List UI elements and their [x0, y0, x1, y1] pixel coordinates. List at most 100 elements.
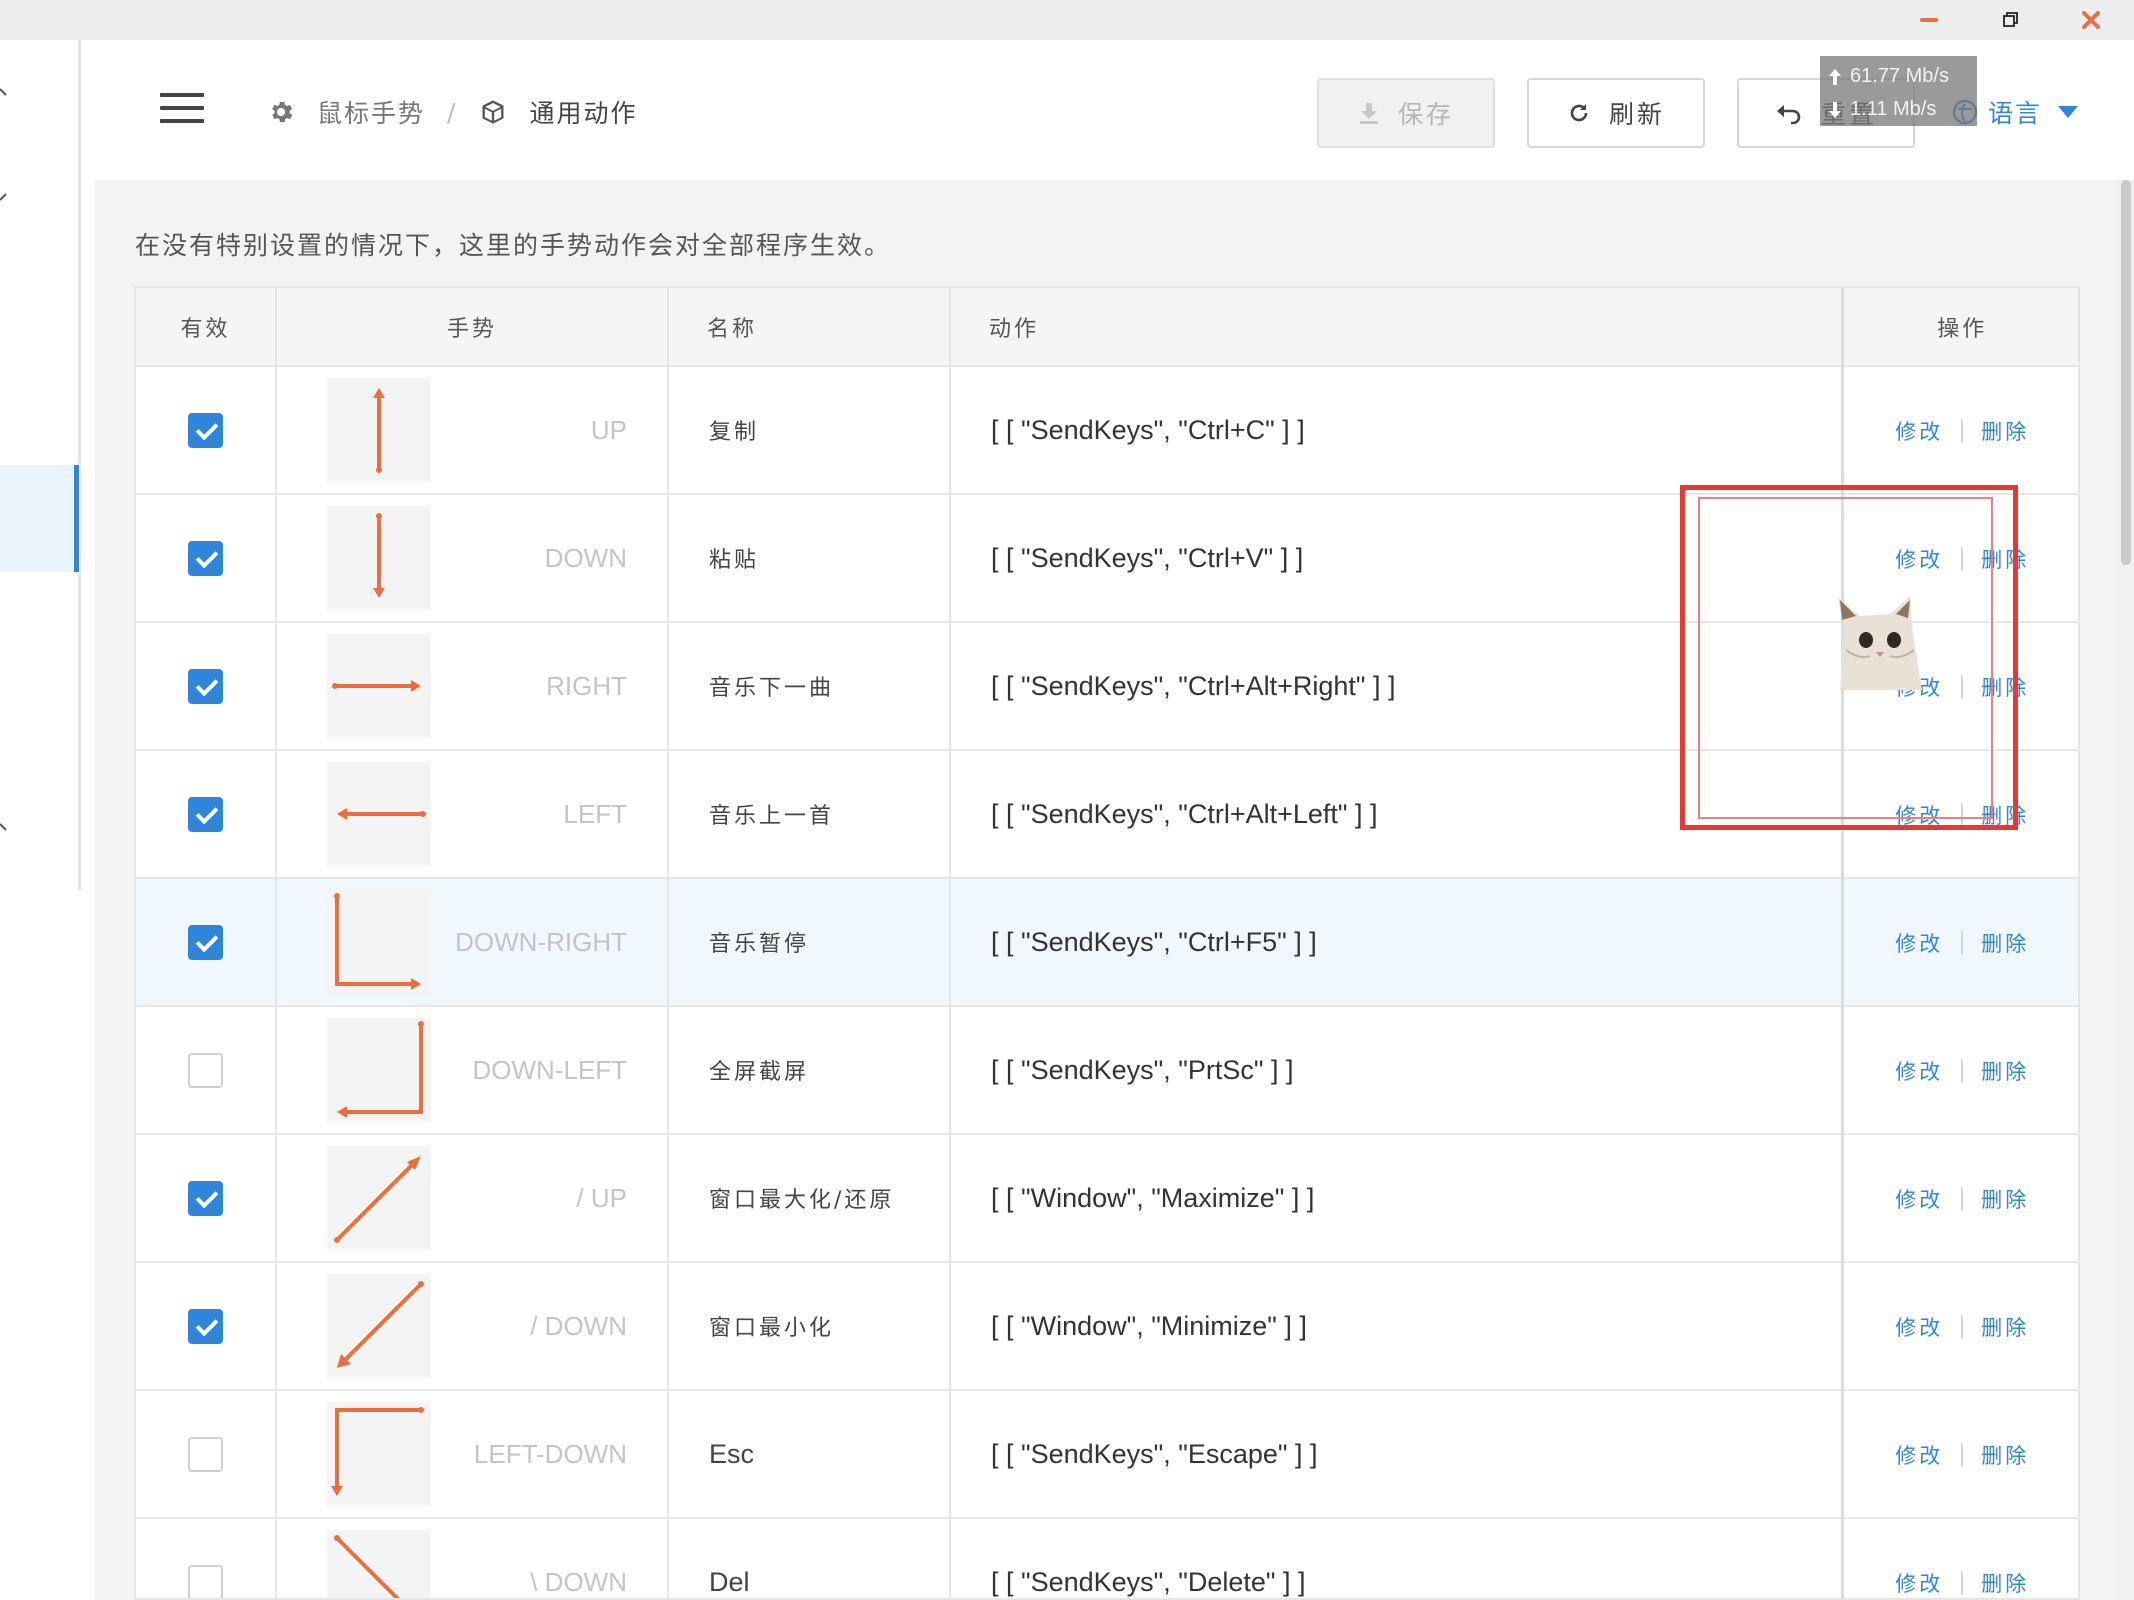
minimize-button[interactable] — [1898, 0, 1960, 40]
edit-link[interactable]: 修改 — [1895, 1444, 1943, 1468]
restore-icon — [2003, 12, 2018, 27]
valid-checkbox[interactable] — [188, 1436, 223, 1472]
valid-checkbox[interactable] — [188, 412, 223, 448]
save-button[interactable]: 保存 — [1317, 78, 1495, 148]
arrow-down-right-icon: line,polyline{stroke:#e8703f;stroke-widt… — [327, 890, 431, 994]
arrow-right-icon: line,polyline{stroke:#e8703f;stroke-widt… — [327, 634, 431, 738]
menu-toggle-icon[interactable] — [160, 93, 204, 125]
chevron-up-icon[interactable] — [0, 190, 12, 206]
language-label: 语言 — [1988, 99, 2043, 128]
valid-checkbox[interactable] — [188, 796, 223, 832]
action-name: 窗口最大化/还原 — [668, 1134, 951, 1263]
refresh-button[interactable]: 刷新 — [1527, 78, 1705, 148]
table-row: line,polyline{stroke:#e8703f;stroke-widt… — [136, 1390, 2078, 1519]
gesture-name: LEFT-DOWN — [473, 1439, 627, 1469]
valid-checkbox[interactable] — [188, 1564, 223, 1598]
breadcrumb-parent[interactable]: 鼠标手势 — [317, 94, 425, 130]
arrow-left-down-icon: line,polyline{stroke:#e8703f;stroke-widt… — [327, 1402, 431, 1506]
gesture-table: 有效 手势 名称 动作 操作 line,polyline{stroke:#e87… — [134, 286, 2080, 1600]
scrollbar-thumb[interactable] — [2121, 180, 2131, 565]
valid-cell — [136, 1390, 277, 1519]
gesture-name: DOWN-LEFT — [472, 1055, 627, 1085]
restore-button[interactable] — [1980, 0, 2042, 40]
sidebar-active-indicator — [74, 465, 79, 572]
gesture-name: / UP — [576, 1183, 627, 1213]
cube-icon — [482, 100, 504, 124]
valid-checkbox[interactable] — [188, 924, 223, 960]
action-definition: [ [ "SendKeys", "Ctrl+F5" ] ] — [950, 878, 1843, 1007]
sidebar-item-active[interactable] — [0, 465, 80, 572]
edit-link[interactable]: 修改 — [1895, 420, 1943, 444]
valid-checkbox[interactable] — [188, 1308, 223, 1344]
gesture-cell: line,polyline{stroke:#e8703f;stroke-widt… — [276, 750, 669, 879]
ops-divider — [1961, 931, 1964, 955]
valid-cell — [136, 750, 277, 879]
gesture-cell: line,polyline{stroke:#e8703f;stroke-widt… — [276, 1134, 669, 1263]
undo-icon — [1776, 105, 1801, 125]
network-speed-widget: 61.77 Mb/s 1.11 Mb/s — [1820, 56, 1977, 126]
ops-cell: 修改 删除 — [1840, 1134, 2078, 1263]
breadcrumb-separator: / — [447, 97, 458, 127]
delete-link[interactable]: 删除 — [1981, 1060, 2029, 1084]
col-header-ops: 操作 — [1840, 288, 2078, 367]
col-header-name: 名称 — [668, 288, 951, 367]
delete-link[interactable]: 删除 — [1981, 420, 2029, 444]
gesture-cell: line,polyline{stroke:#e8703f;stroke-widt… — [276, 494, 669, 623]
gesture-cell: line,polyline{stroke:#e8703f;stroke-widt… — [276, 366, 669, 495]
refresh-button-label: 刷新 — [1608, 100, 1665, 129]
gesture-cell: line,polyline{stroke:#e8703f;stroke-widt… — [276, 622, 669, 751]
ops-cell: 修改 删除 — [1840, 1390, 2078, 1519]
valid-checkbox[interactable] — [188, 540, 223, 576]
valid-checkbox[interactable] — [188, 1052, 223, 1088]
valid-cell — [136, 622, 277, 751]
minimize-icon — [1920, 18, 1938, 22]
delete-link[interactable]: 删除 — [1981, 1188, 2029, 1212]
ops-cell: 修改 删除 — [1840, 1262, 2078, 1391]
action-name: 全屏截屏 — [668, 1006, 951, 1135]
gesture-name: DOWN-RIGHT — [455, 927, 627, 957]
save-button-label: 保存 — [1397, 100, 1454, 129]
gesture-cell: line,polyline{stroke:#e8703f;stroke-widt… — [276, 1006, 669, 1135]
table-row: line,polyline{stroke:#e8703f;stroke-widt… — [136, 1006, 2078, 1135]
gesture-name: DOWN — [544, 543, 627, 573]
valid-cell — [136, 1134, 277, 1263]
edit-link[interactable]: 修改 — [1895, 1572, 1943, 1596]
valid-checkbox[interactable] — [188, 668, 223, 704]
ops-cell: 修改 删除 — [1840, 1006, 2078, 1135]
valid-cell — [136, 878, 277, 1007]
delete-link[interactable]: 删除 — [1981, 1572, 2029, 1596]
action-definition: [ [ "SendKeys", "PrtSc" ] ] — [950, 1006, 1843, 1135]
sidebar — [0, 40, 81, 1600]
upload-arrow-icon — [1829, 68, 1841, 85]
edit-link[interactable]: 修改 — [1895, 1188, 1943, 1212]
action-name: 音乐下一曲 — [668, 622, 951, 751]
valid-cell — [136, 1262, 277, 1391]
valid-cell — [136, 494, 277, 623]
gear-icon — [272, 101, 293, 123]
delete-link[interactable]: 删除 — [1981, 1316, 2029, 1340]
arrow-down-left-icon: line,polyline{stroke:#e8703f;stroke-widt… — [327, 1018, 431, 1122]
action-definition: [ [ "SendKeys", "Ctrl+C" ] ] — [950, 366, 1843, 495]
valid-cell — [136, 1518, 277, 1598]
action-name: 窗口最小化 — [668, 1262, 951, 1391]
valid-cell — [136, 366, 277, 495]
edit-link[interactable]: 修改 — [1895, 1316, 1943, 1340]
valid-checkbox[interactable] — [188, 1180, 223, 1216]
delete-link[interactable]: 删除 — [1981, 1444, 2029, 1468]
chevron-down-icon[interactable] — [0, 820, 12, 836]
ops-cell: 修改 删除 — [1840, 878, 2078, 1007]
refresh-icon — [1570, 104, 1588, 122]
close-button[interactable] — [2060, 0, 2122, 40]
gesture-name: RIGHT — [546, 671, 627, 701]
edit-link[interactable]: 修改 — [1895, 1060, 1943, 1084]
window-title-bar — [0, 0, 2134, 40]
ops-divider — [1961, 1187, 1964, 1211]
edit-link[interactable]: 修改 — [1895, 932, 1943, 956]
delete-link[interactable]: 删除 — [1981, 932, 2029, 956]
vertical-scrollbar[interactable] — [2118, 180, 2134, 1600]
ops-divider — [1961, 1443, 1964, 1467]
action-name: Esc — [668, 1390, 951, 1519]
chevron-down-icon[interactable] — [0, 85, 12, 101]
col-header-action: 动作 — [950, 288, 1843, 367]
action-definition: [ [ "Window", "Maximize" ] ] — [950, 1134, 1843, 1263]
